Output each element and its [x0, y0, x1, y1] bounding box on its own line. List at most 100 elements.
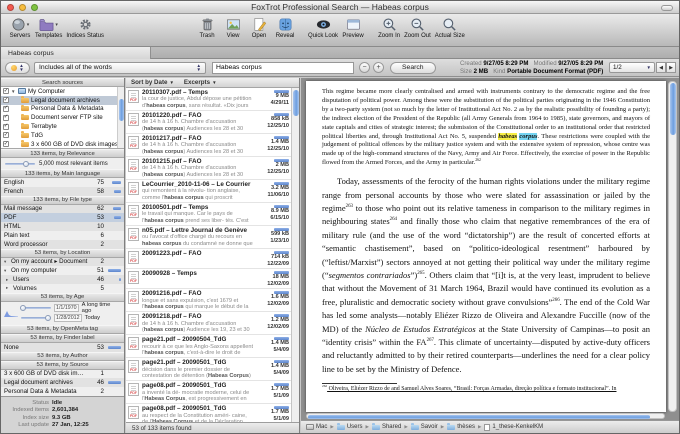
preview-horizontal-scrollbar[interactable] [306, 413, 665, 419]
result-item[interactable]: page21.pdf – 20090504_TdGrecourir à ce q… [126, 335, 291, 358]
result-item[interactable]: 20090928 – Temps18 MB12/02/09 [126, 269, 291, 289]
zoom-window-button[interactable] [31, 4, 38, 11]
toolbar-button-indices-status[interactable]: Indices Status [64, 16, 106, 39]
facet-row-pdf[interactable]: PDF53 [1, 213, 124, 222]
toolbar-button-quick-look[interactable]: Quick Look [306, 16, 340, 39]
toolbar-button-servers[interactable]: ▾Servers [7, 16, 33, 39]
slider-thumb[interactable] [23, 161, 29, 167]
toolbar-button-zoom-out[interactable]: Zoom Out [402, 16, 433, 39]
search-button[interactable]: Search [390, 62, 436, 74]
result-item[interactable]: 20091216.pdf – FAOlongue et sans expulsi… [126, 289, 291, 312]
disclosure-triangle-icon[interactable]: ▾ [4, 268, 9, 274]
source-tree-scrollbar[interactable] [117, 87, 124, 148]
facet-row-on-my-computer[interactable]: ▾On my computer51 [1, 266, 124, 275]
results-scrollbar[interactable] [291, 88, 299, 422]
source-row-my-computer[interactable]: ✓▼My Computer [1, 87, 124, 96]
path-item-1-these-kenkelkm[interactable]: 1_these-KenkelKM [484, 424, 543, 431]
path-item-users[interactable]: Users [337, 424, 363, 430]
facet-row-word-processor[interactable]: Word processor2 [1, 240, 124, 249]
path-item-shared[interactable]: Shared [372, 424, 401, 430]
result-item[interactable]: 20100501.pdf – Tempsle travail qui manqu… [126, 203, 291, 226]
disclosure-triangle-icon[interactable]: ▸ [6, 277, 11, 283]
toolbar-button-trash[interactable]: Trash [194, 16, 220, 39]
toolbar-button-templates[interactable]: ▾Templates [33, 16, 64, 39]
disclosure-triangle-icon[interactable]: ▸ [6, 285, 11, 291]
slider-thumb[interactable] [20, 305, 26, 311]
path-item-th-ses[interactable]: thèses [447, 424, 475, 430]
disclosure-triangle-icon[interactable]: ▼ [11, 89, 16, 94]
facet-row-none[interactable]: None53 [1, 343, 124, 352]
search-mode-select[interactable]: Includes all of the words ▲▼ [34, 62, 206, 74]
excerpts-dropdown[interactable]: Excerpts ▼ [184, 79, 217, 86]
facet-row-label: English [4, 179, 88, 186]
toolbar-button-open[interactable]: Open [246, 16, 272, 39]
path-item-mac[interactable]: Mac [306, 424, 327, 430]
facet-row-3-x-600-gb-of-dvd-disk-im[interactable]: 3 x 600 GB of DVD disk im…1 [1, 370, 124, 379]
facet-row-personal-data-metadata[interactable]: Personal Data & Metadata2 [1, 387, 124, 396]
toolbar-toggle-lozenge[interactable] [661, 5, 673, 11]
previous-page-button[interactable]: ◀ [656, 62, 666, 73]
facet-row-legal-document-archives[interactable]: Legal document archives46 [1, 378, 124, 387]
source-row-legal-document-archives[interactable]: ✓Legal document archives [1, 96, 124, 105]
result-item[interactable]: page08.pdf – 20090501_TdGa inventé la dé… [126, 381, 291, 404]
facet-row-english[interactable]: English75 [1, 178, 124, 187]
result-item[interactable]: 20101217.pdf – FAOde 14 h à 16 h. Chambr… [126, 134, 291, 157]
facet-row-plain-text[interactable]: Plain text6 [1, 231, 124, 240]
path-item-savoir[interactable]: Savoir [411, 424, 438, 430]
toolbar-button-reveal[interactable]: Reveal [272, 16, 298, 39]
checkbox-checked[interactable]: ✓ [3, 106, 9, 112]
toolbar-button-zoom-in[interactable]: Zoom In [376, 16, 402, 39]
close-window-button[interactable] [7, 4, 14, 11]
checkbox-checked[interactable]: ✓ [3, 88, 9, 94]
minimize-window-button[interactable] [19, 4, 26, 11]
facet-row-html[interactable]: HTML10 [1, 222, 124, 231]
result-item[interactable]: n05.pdf – Lettre Journal de Genèveou l'a… [126, 226, 291, 249]
age-slider[interactable] [21, 317, 51, 319]
result-item[interactable]: 20101220.pdf – FAOde 14 h à 16 h. Chambr… [126, 111, 291, 134]
age-histogram-icon [4, 304, 18, 311]
facet-row-french[interactable]: French58 [1, 187, 124, 196]
chevron-down-icon: ▼ [169, 80, 173, 85]
checkbox-checked[interactable]: ✓ [3, 132, 9, 138]
facet-row-on-my-account-document[interactable]: ▾On my account ▸ Document…2 [1, 258, 124, 267]
source-row-3-x-600-gb-of-dvd-disk-images[interactable]: ✓3 x 600 GB of DVD disk images [1, 140, 124, 149]
checkbox-checked[interactable]: ✓ [3, 115, 9, 121]
source-label: Personal Data & Metadata [31, 105, 104, 112]
sort-by-dropdown[interactable]: Sort by Date ▼ [131, 79, 174, 86]
toolbar-button-view[interactable]: View [220, 16, 246, 39]
result-item[interactable]: page21.pdf – 20090501_TdGdécision dans l… [126, 358, 291, 381]
source-row-personal-data-metadata[interactable]: ✓ Personal Data & Metadata [1, 105, 124, 114]
facet-row-mail-message[interactable]: Mail message62 [1, 205, 124, 214]
disclosure-triangle-icon[interactable]: ▾ [4, 259, 9, 265]
toolbar-button-actual-size[interactable]: Actual Size [433, 16, 467, 39]
checkbox-checked[interactable]: ✓ [3, 124, 9, 130]
result-main: 20091223.pdf – FAO [142, 250, 253, 267]
facet-row-volumes[interactable]: ▸Volumes5 [1, 284, 124, 293]
source-row-document-server-ftp-site[interactable]: ✓Document server FTP site [1, 113, 124, 122]
page-selector[interactable]: 1/2 ▼ [609, 62, 655, 73]
search-input[interactable] [212, 62, 354, 74]
tab-habeas-corpus[interactable]: Habeas corpus [1, 47, 151, 59]
slider-thumb[interactable] [45, 315, 51, 321]
search-template-button[interactable]: ▲▼ [5, 62, 30, 74]
preview-vertical-scrollbar[interactable] [668, 81, 677, 412]
result-item[interactable]: 20110307.pdf – Tempsla cour de justice, … [126, 88, 291, 111]
age-slider[interactable] [21, 307, 51, 309]
result-item[interactable]: 20091223.pdf – FAO714 kB12/22/09 [126, 249, 291, 269]
add-criterion-button[interactable]: + [373, 62, 384, 73]
next-page-button[interactable]: ▶ [666, 62, 676, 73]
toolbar-button-label: Templates [35, 33, 62, 39]
toolbar-button-preview[interactable]: Preview [340, 16, 366, 39]
checkbox-checked[interactable]: ✓ [3, 97, 9, 103]
facet-row-users[interactable]: ▸Users46 [1, 275, 124, 284]
checkbox-checked[interactable]: ✓ [3, 141, 9, 147]
result-item[interactable]: page08.pdf – 20090501_TdGau respect de l… [126, 404, 291, 422]
result-item[interactable]: LeCourrier_2010-11-06 – Le Courrierqui r… [126, 180, 291, 203]
source-row-tdg[interactable]: ✓TdG [1, 131, 124, 140]
relevance-slider[interactable] [5, 163, 35, 165]
result-item[interactable]: 20091218.pdf – FAOde 14 h à 16 h. Chambr… [126, 312, 291, 335]
title-bar[interactable]: FoxTrot Professional Search — Habeas cor… [1, 1, 679, 14]
remove-criterion-button[interactable]: − [359, 62, 370, 73]
source-row-terrabyte[interactable]: ✓Terrabyte [1, 122, 124, 131]
result-item[interactable]: 20101215.pdf – FAOde 14 h à 16 h. Chambr… [126, 157, 291, 180]
